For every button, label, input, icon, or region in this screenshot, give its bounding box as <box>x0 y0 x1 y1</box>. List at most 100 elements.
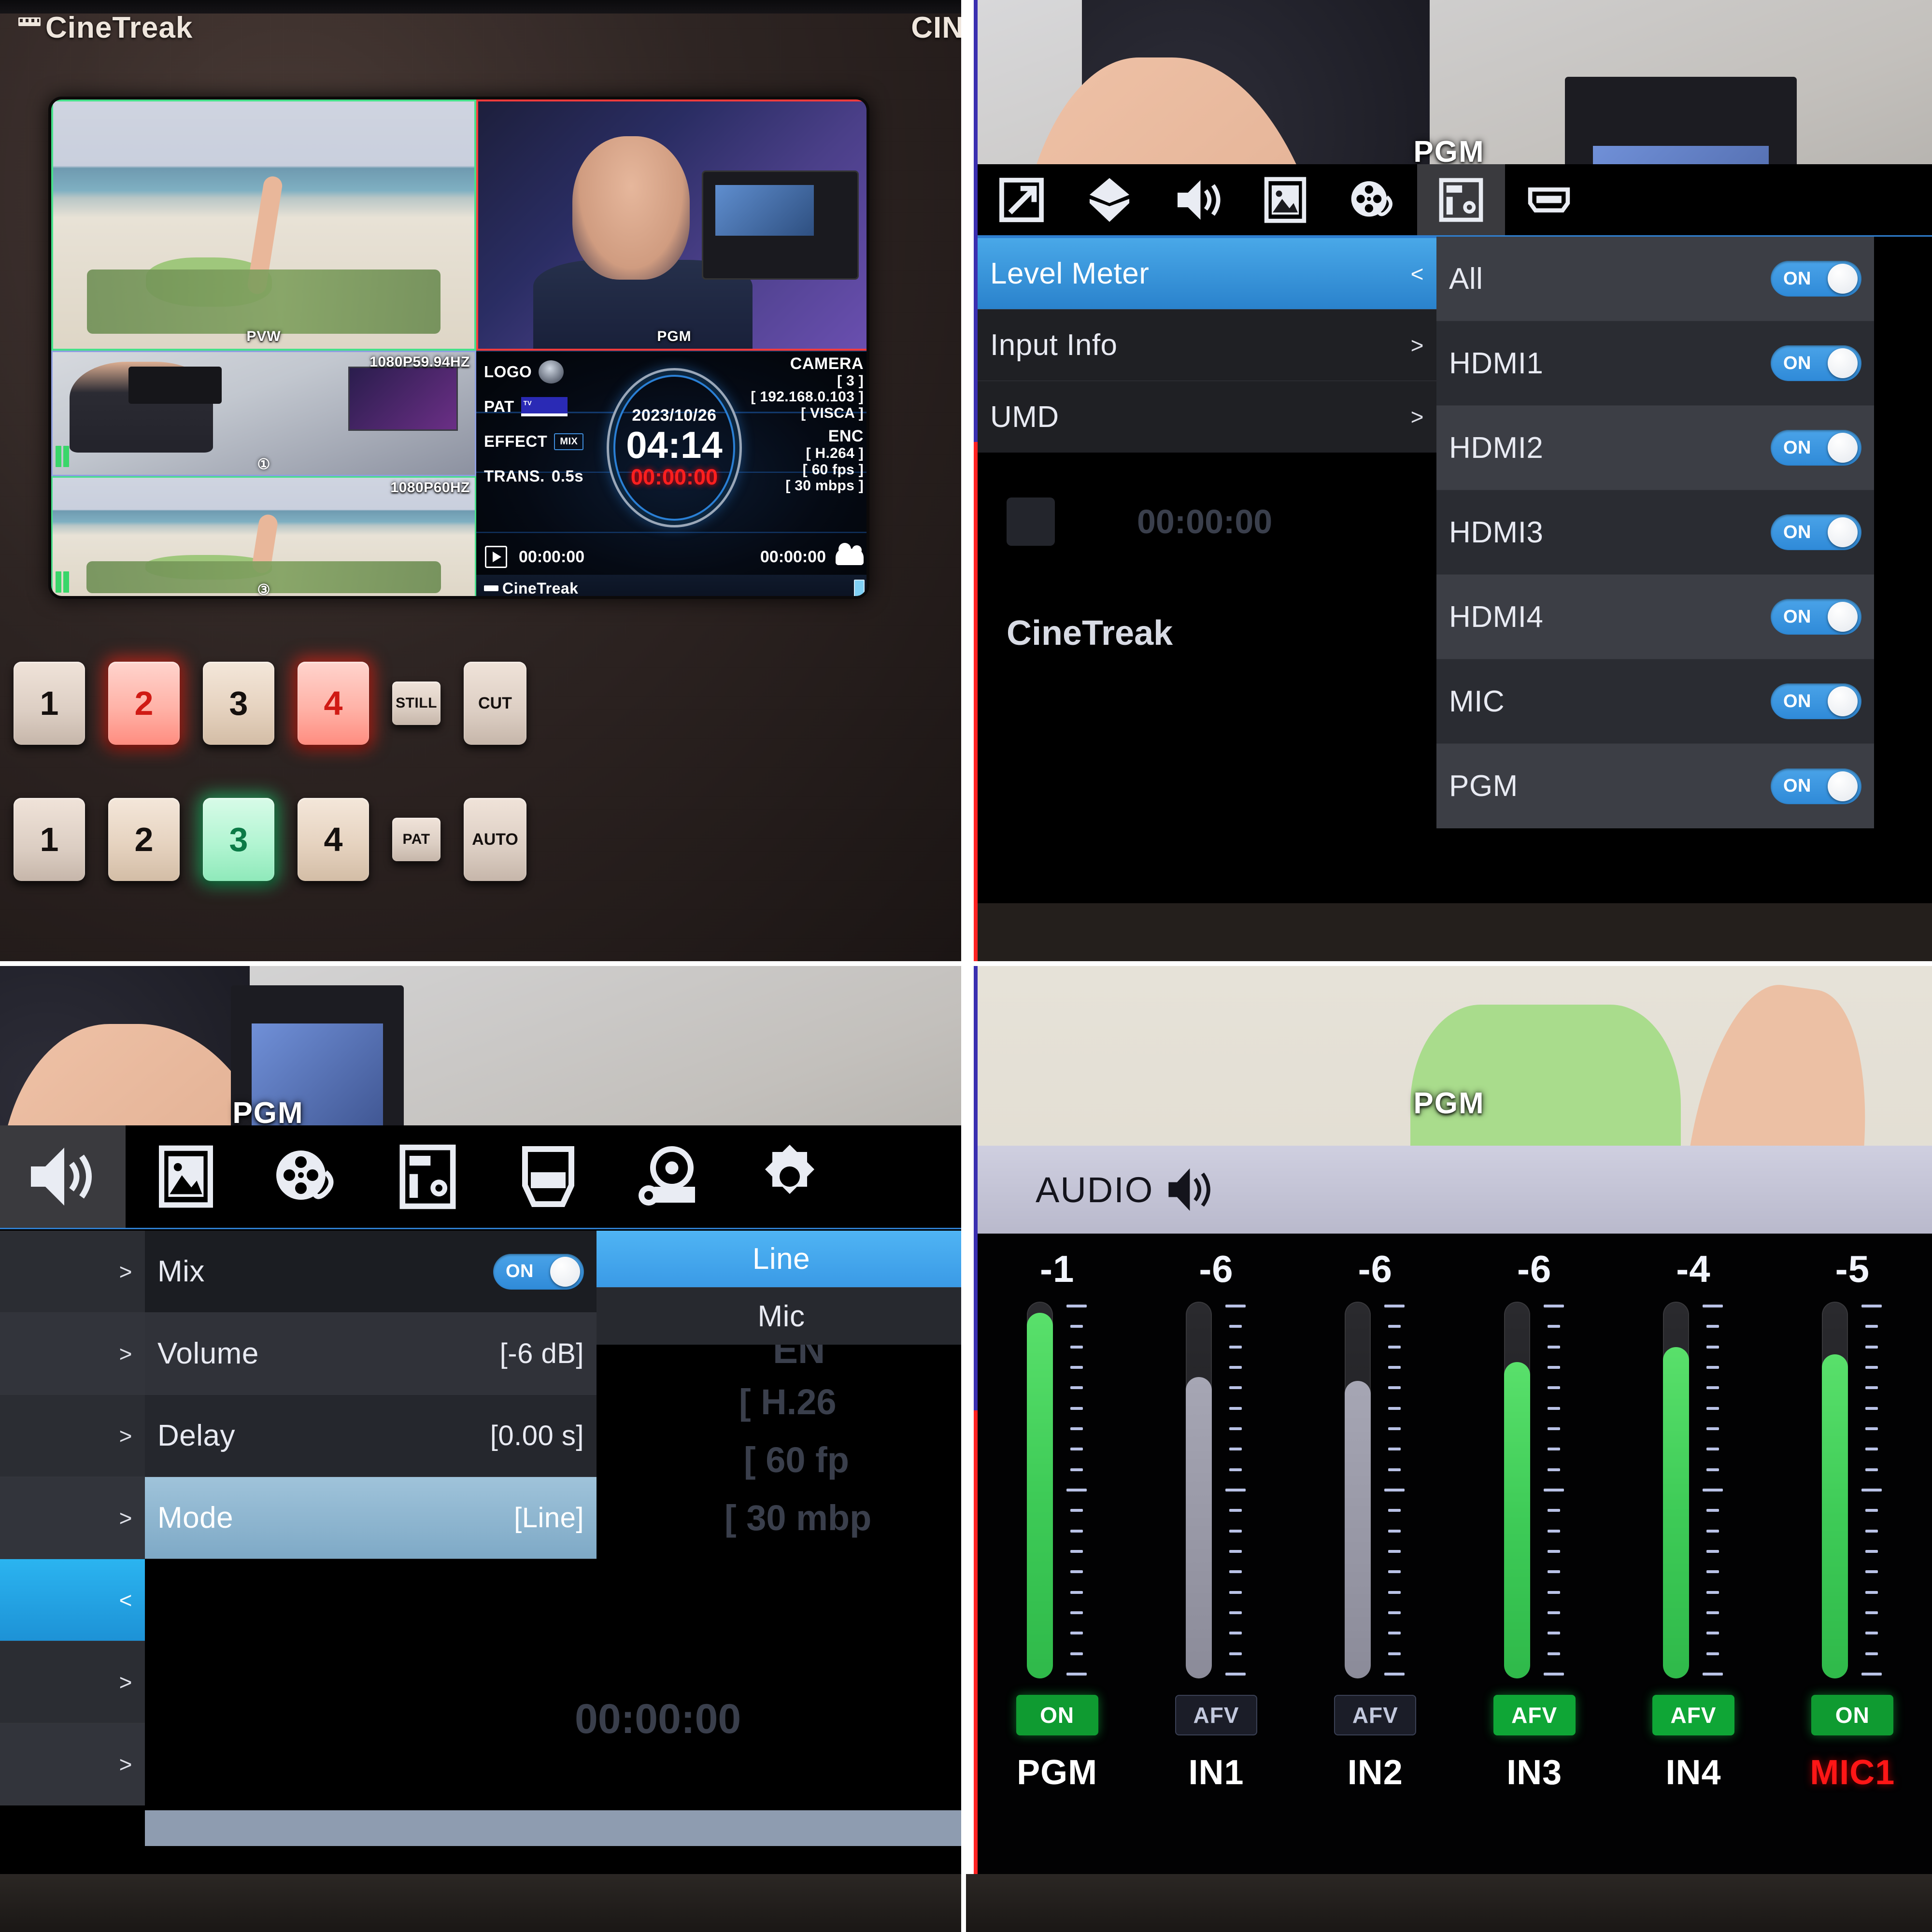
menu-item-mode[interactable]: Mode [Line] <box>145 1477 597 1559</box>
rail-row-mode[interactable]: > <box>0 1477 145 1559</box>
program-button-1[interactable]: 1 <box>14 662 85 745</box>
layers-icon[interactable] <box>1065 164 1153 235</box>
bl-menu-icon-bar <box>0 1125 961 1229</box>
toggle-row-pgm[interactable]: PGM ON <box>1436 744 1874 828</box>
menu-item-delay[interactable]: Delay [0.00 s] <box>145 1395 597 1477</box>
toggle-mix[interactable]: ON <box>493 1253 584 1290</box>
status-value-trans: 0.5s <box>551 467 584 485</box>
rail-row-selected[interactable]: < <box>0 1559 145 1641</box>
gear-icon[interactable] <box>729 1125 850 1228</box>
meter-channel-pgm[interactable]: -1 ON PGM <box>978 1234 1136 1874</box>
status-right-column: CAMERA [ 3 ] [ 192.168.0.103 ] [ VISCA ]… <box>656 355 864 501</box>
input-1-resolution: 1080P59.94HZ <box>369 354 470 370</box>
program-button-4[interactable]: 4 <box>298 662 369 745</box>
meter-scale-in2 <box>1383 1302 1406 1678</box>
tr-bezel-red-edge <box>974 442 978 961</box>
toggle-hdmi3[interactable]: ON <box>1771 514 1861 550</box>
speaker-icon[interactable] <box>0 1125 126 1228</box>
rail-row-volume[interactable]: > <box>0 1313 145 1395</box>
multiview-input-3[interactable]: 1080P60HZ ③ <box>51 476 476 598</box>
toggle-row-hdmi3[interactable]: HDMI3 ON <box>1436 490 1874 575</box>
toggle-row-hdmi4[interactable]: HDMI4 ON <box>1436 575 1874 659</box>
meter-button-in4[interactable]: AFV <box>1652 1695 1734 1735</box>
meter-button-in1[interactable]: AFV <box>1175 1695 1257 1735</box>
chevron-right-icon: > <box>119 1259 132 1284</box>
film-reel-icon[interactable] <box>1329 164 1417 235</box>
meter-channel-in4[interactable]: -4 AFV IN4 <box>1614 1234 1773 1874</box>
menu-item-umd[interactable]: UMD > <box>978 381 1436 453</box>
submenu-option-line[interactable]: Line <box>597 1231 961 1288</box>
bl-scroll-band[interactable] <box>145 1810 961 1846</box>
rail-row-mix[interactable]: > <box>0 1231 145 1313</box>
meter-channel-mic1[interactable]: -5 ON MIC1 <box>1773 1234 1932 1874</box>
meter-channel-in3[interactable]: -6 AFV IN3 <box>1455 1234 1614 1874</box>
preview-button-1[interactable]: 1 <box>14 798 85 881</box>
status-row-trans[interactable]: TRANS. 0.5s <box>484 459 629 494</box>
cloud-icon <box>836 543 864 565</box>
multiview-pvw[interactable]: PVW <box>51 99 476 351</box>
menu-item-mix[interactable]: Mix ON <box>145 1231 597 1313</box>
toggle-hdmi4[interactable]: ON <box>1771 599 1861 635</box>
picture-icon[interactable] <box>126 1125 246 1228</box>
panel-settings-icon[interactable] <box>367 1125 488 1228</box>
program-button-2[interactable]: 2 <box>108 662 180 745</box>
cut-button[interactable]: CUT <box>464 662 526 745</box>
toggle-hdmi4-state: ON <box>1783 606 1811 627</box>
chevron-right-icon: > <box>119 1669 132 1695</box>
panel-settings-icon[interactable] <box>1417 164 1505 235</box>
hdmi-port-icon[interactable] <box>1505 164 1593 235</box>
meter-fill-in4 <box>1662 1347 1689 1678</box>
status-footer-bar: CineTreak <box>476 575 867 596</box>
status-row-pat[interactable]: PAT <box>484 389 629 424</box>
preview-button-4[interactable]: 4 <box>298 798 369 881</box>
toggle-row-hdmi2[interactable]: HDMI2 ON <box>1436 406 1874 490</box>
encoder-fps: [ 60 fps ] <box>802 461 864 478</box>
preview-bus-row: 1 2 3 4 PAT AUTO <box>0 798 961 881</box>
toggle-hdmi1[interactable]: ON <box>1771 345 1861 381</box>
speaker-icon[interactable] <box>1153 164 1241 235</box>
meter-button-in2[interactable]: AFV <box>1334 1695 1417 1735</box>
hdmi-port-icon[interactable] <box>488 1125 609 1228</box>
toggle-mix-state: ON <box>506 1261 534 1281</box>
multiview-pgm[interactable]: PGM <box>476 99 867 351</box>
play-icon[interactable] <box>485 546 507 568</box>
picture-icon[interactable] <box>1241 164 1329 235</box>
preview-button-3[interactable]: 3 <box>203 798 274 881</box>
toggle-all[interactable]: ON <box>1771 261 1861 297</box>
meter-button-pgm[interactable]: ON <box>1016 1695 1098 1735</box>
film-reel-icon[interactable] <box>246 1125 367 1228</box>
toggle-mic[interactable]: ON <box>1771 683 1861 719</box>
encoder-bitrate: [ 30 mbps ] <box>785 478 864 494</box>
rail-row-7[interactable]: > <box>0 1723 145 1805</box>
program-button-3[interactable]: 3 <box>203 662 274 745</box>
toggle-row-mic[interactable]: MIC ON <box>1436 659 1874 744</box>
meter-bars-in1 <box>1185 1302 1247 1678</box>
meter-label-mic1: MIC1 <box>1810 1753 1895 1792</box>
meter-button-in3[interactable]: AFV <box>1493 1695 1576 1735</box>
toggle-hdmi2[interactable]: ON <box>1771 430 1861 466</box>
ptz-camera-icon[interactable] <box>609 1125 729 1228</box>
menu-item-volume[interactable]: Volume [-6 dB] <box>145 1313 597 1395</box>
input-3-resolution: 1080P60HZ <box>390 480 470 496</box>
menu-item-level-meter[interactable]: Level Meter < <box>978 238 1436 310</box>
toggle-row-hdmi1[interactable]: HDMI1 ON <box>1436 321 1874 406</box>
preview-button-2[interactable]: 2 <box>108 798 180 881</box>
meter-channel-in2[interactable]: -6 AFV IN2 <box>1296 1234 1455 1874</box>
toggle-pgm[interactable]: ON <box>1771 768 1861 804</box>
submenu-option-mic[interactable]: Mic <box>597 1288 961 1345</box>
multiview-input-1[interactable]: 1080P59.94HZ ① <box>51 351 476 476</box>
toggle-row-all[interactable]: All ON <box>1436 237 1874 321</box>
audio-header-label: AUDIO <box>1036 1169 1154 1210</box>
meter-button-mic1[interactable]: ON <box>1811 1695 1894 1735</box>
auto-button[interactable]: AUTO <box>464 798 526 881</box>
meter-channel-in1[interactable]: -6 AFV IN1 <box>1136 1234 1295 1874</box>
rail-row-delay[interactable]: > <box>0 1395 145 1477</box>
output-arrow-icon[interactable] <box>978 164 1065 235</box>
lcd-status-panel: LOGO PAT EFFECT MIX TRANS. 0.5s <box>476 351 867 596</box>
still-button[interactable]: STILL <box>392 682 440 725</box>
input-3-number: ③ <box>257 582 270 598</box>
status-row-logo[interactable]: LOGO <box>484 355 629 389</box>
menu-item-input-info[interactable]: Input Info > <box>978 310 1436 381</box>
rail-row-6[interactable]: > <box>0 1641 145 1723</box>
pat-button[interactable]: PAT <box>392 818 440 861</box>
